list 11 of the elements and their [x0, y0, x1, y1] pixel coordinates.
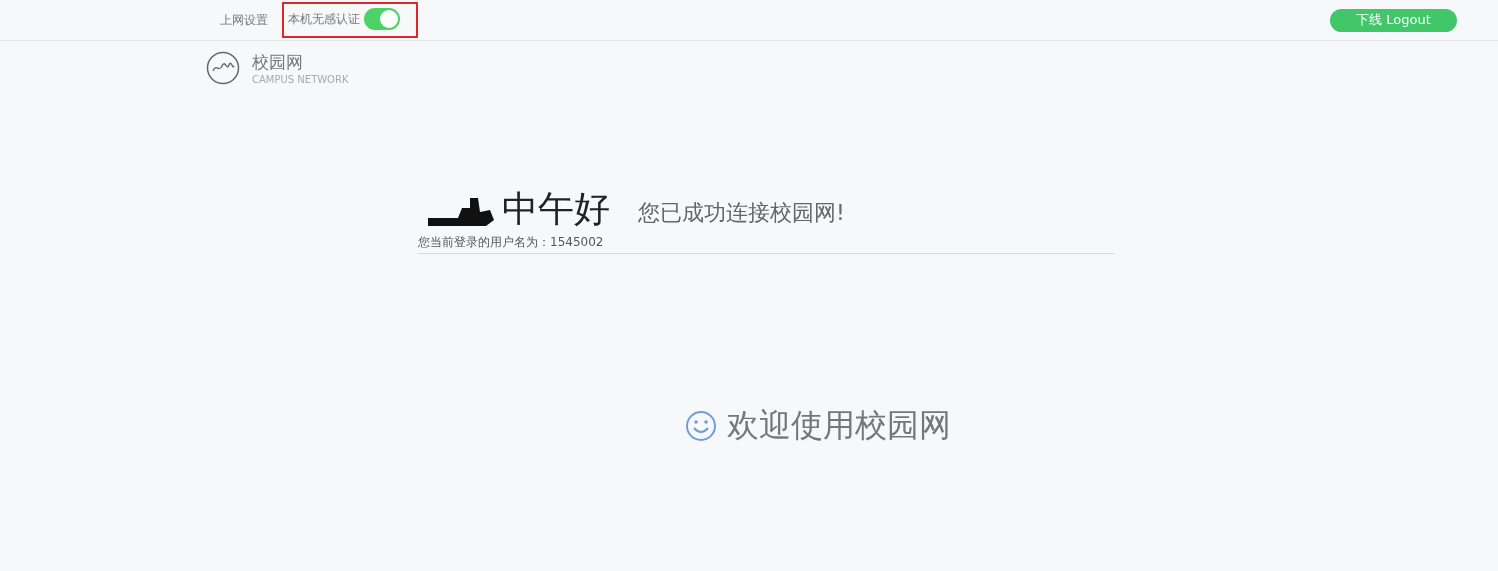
smiley-icon — [685, 410, 717, 442]
success-message: 您已成功连接校园网! — [638, 198, 845, 227]
brand-name: 校园网 — [252, 51, 304, 74]
salutation: 中午好 — [502, 187, 610, 231]
toggle-label: 本机无感认证 — [288, 10, 360, 28]
logo-icon — [206, 51, 240, 85]
username-line: 您当前登录的用户名为：1545002 — [418, 234, 605, 251]
brand-subtitle: CAMPUS NETWORK — [252, 74, 349, 85]
welcome-text: 欢迎使用校园网 — [727, 405, 951, 446]
toggle-switch[interactable] — [364, 8, 400, 30]
settings-link[interactable]: 上网设置 — [220, 11, 268, 29]
